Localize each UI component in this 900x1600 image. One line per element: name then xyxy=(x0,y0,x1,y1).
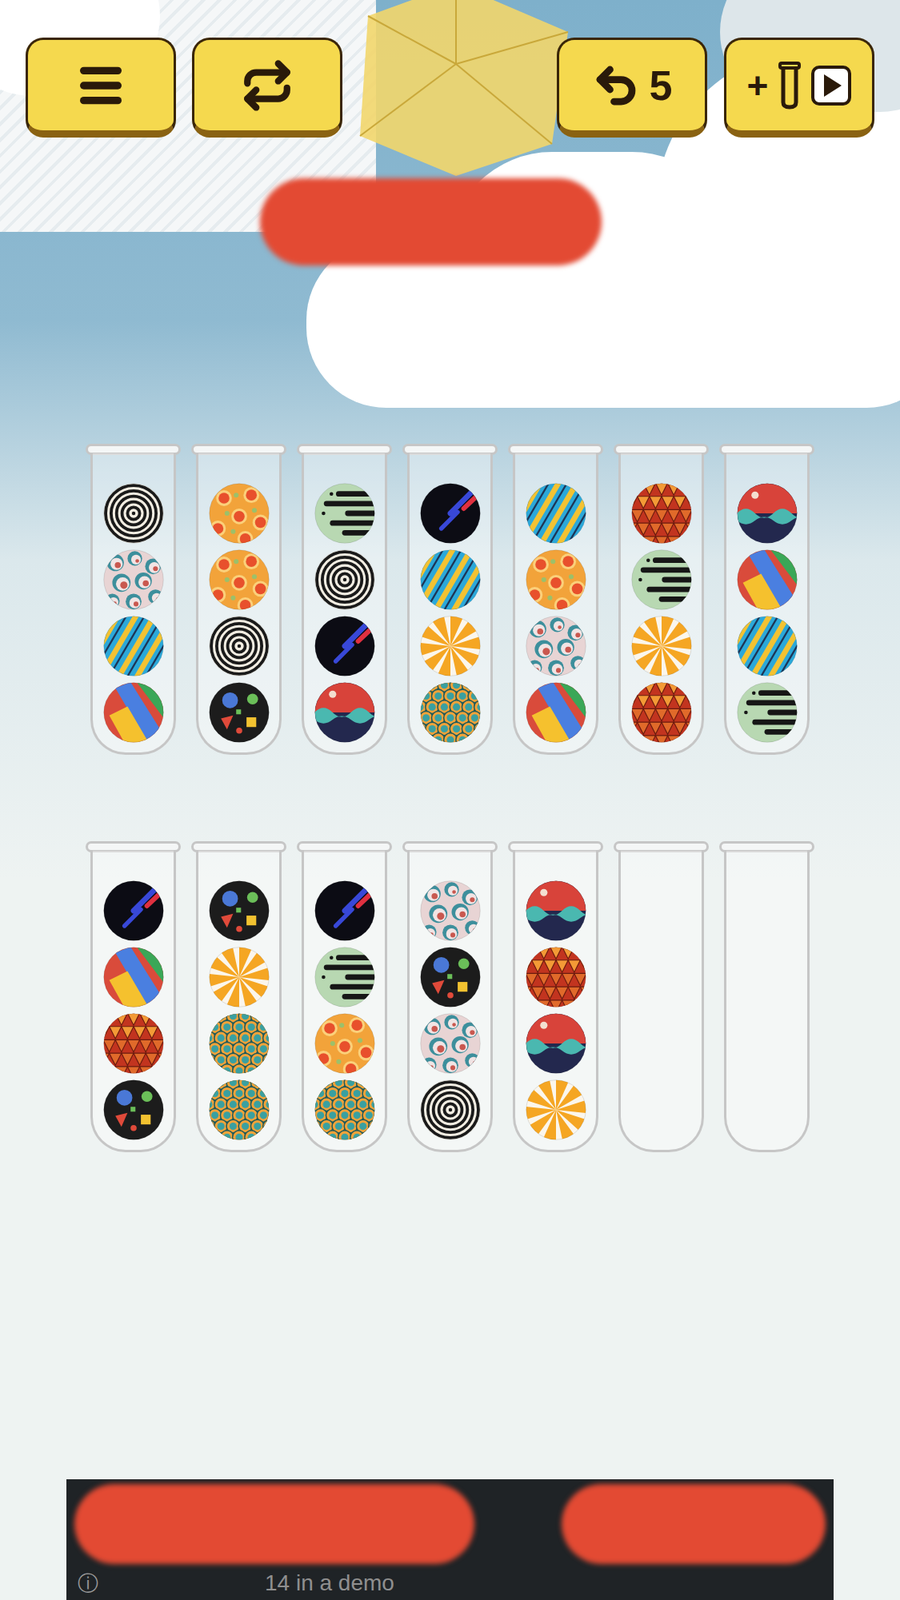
tube[interactable] xyxy=(508,841,604,1153)
confetti-ball-icon[interactable] xyxy=(103,1080,164,1141)
level-title-redacted xyxy=(260,178,602,266)
tube[interactable] xyxy=(296,444,392,756)
add-tube-button[interactable]: + xyxy=(724,37,875,138)
diamonds-ball-icon[interactable] xyxy=(631,682,692,744)
scales-ball-icon[interactable] xyxy=(208,1080,270,1141)
tube-body xyxy=(724,453,810,756)
tube[interactable] xyxy=(719,444,815,756)
google-ball-icon[interactable] xyxy=(525,682,587,744)
add-tube-label: + xyxy=(747,67,769,104)
game-screen: 5+ⓘ14 in a demo xyxy=(0,0,900,1600)
rings-ball-icon[interactable] xyxy=(314,549,376,611)
stripes-ball-icon[interactable] xyxy=(525,483,587,544)
swirl-ball-icon[interactable] xyxy=(420,616,481,677)
lines-ball-icon[interactable] xyxy=(736,682,798,744)
tube[interactable] xyxy=(508,444,604,756)
confetti-ball-icon[interactable] xyxy=(208,682,270,744)
tube-body xyxy=(196,851,282,1153)
rings-ball-icon[interactable] xyxy=(420,1080,481,1141)
ad-redaction xyxy=(74,1484,475,1565)
tube-body xyxy=(512,851,599,1153)
play-icon xyxy=(811,65,852,106)
citrus-ball-icon[interactable] xyxy=(208,483,270,544)
tube-body xyxy=(407,453,493,756)
waves-ball-icon[interactable] xyxy=(525,1013,587,1075)
umbrella-icon xyxy=(336,0,584,184)
toolbar: 5+ xyxy=(0,0,900,138)
tube-board xyxy=(0,444,900,1153)
tube-body xyxy=(196,453,282,756)
confetti-ball-icon[interactable] xyxy=(208,880,270,942)
tube-body xyxy=(407,851,493,1153)
bubbles-ball-icon[interactable] xyxy=(420,1013,481,1075)
tube[interactable] xyxy=(402,444,498,756)
tube-row xyxy=(0,444,900,756)
meteor-ball-icon[interactable] xyxy=(103,880,164,942)
tube[interactable] xyxy=(296,841,392,1153)
undo-icon xyxy=(592,61,640,110)
citrus-ball-icon[interactable] xyxy=(314,1013,376,1075)
diamonds-ball-icon[interactable] xyxy=(525,947,587,1008)
bubbles-ball-icon[interactable] xyxy=(420,880,481,942)
ad-text: 14 in a demo xyxy=(264,1569,395,1598)
tube-body xyxy=(90,453,176,756)
stripes-ball-icon[interactable] xyxy=(420,549,481,611)
tube-body xyxy=(512,453,599,756)
lines-ball-icon[interactable] xyxy=(631,549,692,611)
tube-body xyxy=(301,453,388,756)
google-ball-icon[interactable] xyxy=(736,549,798,611)
rings-ball-icon[interactable] xyxy=(103,483,164,544)
stripes-ball-icon[interactable] xyxy=(103,616,164,677)
scales-ball-icon[interactable] xyxy=(314,1080,376,1141)
diamonds-ball-icon[interactable] xyxy=(103,1013,164,1075)
tube[interactable] xyxy=(719,841,815,1153)
bubbles-ball-icon[interactable] xyxy=(525,616,587,677)
bubbles-ball-icon[interactable] xyxy=(103,549,164,611)
scales-ball-icon[interactable] xyxy=(420,682,481,744)
tube-body xyxy=(90,851,176,1153)
lines-ball-icon[interactable] xyxy=(314,483,376,544)
meteor-ball-icon[interactable] xyxy=(420,483,481,544)
tube-body xyxy=(618,851,704,1153)
citrus-ball-icon[interactable] xyxy=(208,549,270,611)
tube-icon xyxy=(777,60,802,111)
tube[interactable] xyxy=(191,841,287,1153)
waves-ball-icon[interactable] xyxy=(736,483,798,544)
tube-body xyxy=(301,851,388,1153)
tube[interactable] xyxy=(613,841,709,1153)
swirl-ball-icon[interactable] xyxy=(631,616,692,677)
citrus-ball-icon[interactable] xyxy=(525,549,587,611)
tube-row xyxy=(0,841,900,1153)
ad-info-icon[interactable]: ⓘ xyxy=(77,1573,99,1595)
tube[interactable] xyxy=(191,444,287,756)
stripes-ball-icon[interactable] xyxy=(736,616,798,677)
restart-button[interactable] xyxy=(192,37,343,138)
swirl-ball-icon[interactable] xyxy=(208,947,270,1008)
tube[interactable] xyxy=(402,841,498,1153)
restart-icon xyxy=(240,59,294,112)
undo-count: 5 xyxy=(649,64,673,107)
tube[interactable] xyxy=(85,841,181,1153)
undo-button[interactable]: 5 xyxy=(556,37,708,138)
menu-icon xyxy=(75,60,127,112)
google-ball-icon[interactable] xyxy=(103,947,164,1008)
rings-ball-icon[interactable] xyxy=(208,616,270,677)
tube-body xyxy=(724,851,810,1153)
meteor-ball-icon[interactable] xyxy=(314,616,376,677)
ad-redaction xyxy=(561,1484,826,1565)
waves-ball-icon[interactable] xyxy=(314,682,376,744)
swirl-ball-icon[interactable] xyxy=(525,1080,587,1141)
lines-ball-icon[interactable] xyxy=(314,947,376,1008)
menu-button[interactable] xyxy=(25,37,176,138)
scales-ball-icon[interactable] xyxy=(208,1013,270,1075)
waves-ball-icon[interactable] xyxy=(525,880,587,942)
tube[interactable] xyxy=(613,444,709,756)
meteor-ball-icon[interactable] xyxy=(314,880,376,942)
tube-body xyxy=(618,453,704,756)
tube[interactable] xyxy=(85,444,181,756)
confetti-ball-icon[interactable] xyxy=(420,947,481,1008)
google-ball-icon[interactable] xyxy=(103,682,164,744)
diamonds-ball-icon[interactable] xyxy=(631,483,692,544)
ad-banner[interactable]: ⓘ 14 in a demo xyxy=(66,1480,834,1600)
